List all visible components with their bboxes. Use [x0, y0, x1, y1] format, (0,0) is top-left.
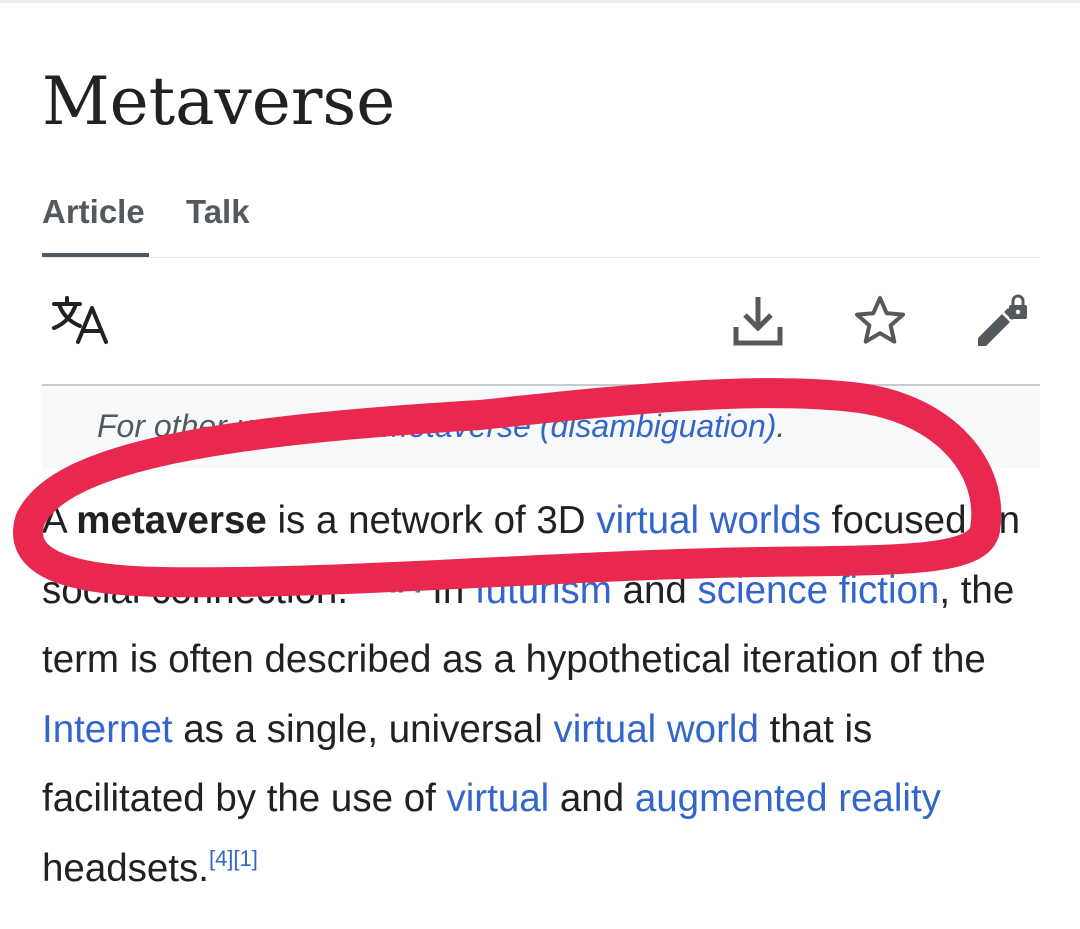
link-virtual[interactable]: virtual [447, 777, 550, 820]
link-futurism[interactable]: futurism [475, 569, 612, 612]
link-internet[interactable]: Internet [42, 708, 173, 751]
text-run: A [42, 499, 77, 542]
tab-article[interactable]: Article [42, 192, 145, 232]
citation-link[interactable]: [2] [373, 568, 397, 593]
hatnote-prefix: For other uses, see [97, 408, 382, 444]
hatnote-text: For other uses, see Metaverse (disambigu… [97, 406, 785, 446]
citation-group: [4][1] [209, 846, 258, 871]
citation-link[interactable]: [1] [348, 568, 372, 593]
link-virtual-world[interactable]: virtual world [553, 708, 758, 751]
page-tabs: Article Talk [42, 192, 1040, 258]
page-title: Metaverse [42, 63, 396, 140]
hatnote-link[interactable]: Metaverse (disambiguation) [382, 408, 777, 444]
text-run: and [549, 777, 635, 820]
citation-link[interactable]: [4] [209, 846, 233, 871]
download-icon[interactable] [730, 293, 786, 349]
hatnote-suffix: . [776, 408, 786, 444]
lead-paragraph: A metaverse is a network of 3D virtual w… [42, 486, 1040, 903]
star-icon[interactable] [852, 294, 908, 348]
bold-term: metaverse [76, 499, 267, 542]
citation-link[interactable]: [1] [233, 846, 257, 871]
citation-group: [1][2][3] [348, 568, 421, 593]
tab-talk[interactable]: Talk [186, 192, 250, 232]
citation-link[interactable]: [3] [397, 568, 421, 593]
top-border [0, 0, 1080, 3]
text-run: is a network of 3D [266, 499, 597, 542]
link-augmented-reality[interactable]: augmented reality [635, 777, 941, 820]
text-run: and [611, 568, 698, 612]
text-run: as a single, universal [172, 707, 554, 751]
tabs-divider [42, 257, 1040, 258]
text-run: headsets. [42, 846, 209, 890]
language-icon[interactable] [50, 294, 112, 346]
link-science-fiction[interactable]: science fiction [698, 569, 940, 612]
link-virtual-worlds[interactable]: virtual worlds [596, 499, 821, 542]
hatnote: For other uses, see Metaverse (disambigu… [42, 386, 1040, 468]
edit-lock-icon[interactable] [972, 292, 1032, 348]
text-run: In [421, 568, 475, 612]
